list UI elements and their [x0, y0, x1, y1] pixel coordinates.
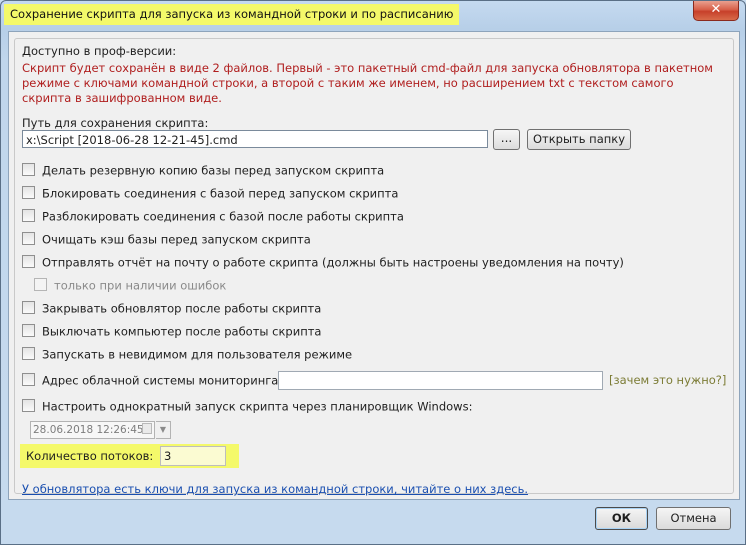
close-updater-label: Закрывать обновлятор после работы скрипт…: [42, 301, 322, 316]
close-updater-checkbox[interactable]: [22, 301, 35, 314]
close-button[interactable]: ✕: [693, 1, 739, 21]
invisible-checkbox[interactable]: [22, 347, 35, 360]
chevron-down-icon: ▼: [156, 421, 171, 439]
invisible-option[interactable]: Запускать в невидимом для пользователя р…: [22, 346, 352, 362]
scheduler-checkbox[interactable]: [22, 399, 35, 412]
cloud-option[interactable]: Адрес облачной системы мониторинга: [22, 372, 278, 388]
browse-button[interactable]: ...: [493, 129, 520, 150]
cloud-address-input[interactable]: [278, 371, 603, 390]
only-errors-label: только при наличии ошибок: [54, 278, 227, 293]
threads-highlight: Количество потоков: 3: [20, 444, 239, 468]
shutdown-checkbox[interactable]: [22, 324, 35, 337]
command-line-info-link[interactable]: У обновлятора есть ключи для запуска из …: [22, 482, 528, 496]
only-errors-option: только при наличии ошибок: [34, 277, 226, 293]
dialog-window: Сохранение скрипта для запуска из команд…: [0, 0, 746, 545]
threads-label: Количество потоков:: [26, 449, 154, 463]
send-report-option[interactable]: Отправлять отчёт на почту о работе скрип…: [22, 254, 624, 270]
window-title: Сохранение скрипта для запуска из команд…: [4, 4, 460, 25]
clear-cache-label: Очищать кэш базы перед запуском скрипта: [42, 232, 311, 247]
group-title: Доступно в проф-версии:: [22, 44, 177, 58]
clear-cache-option[interactable]: Очищать кэш базы перед запуском скрипта: [22, 231, 311, 247]
unblock-option[interactable]: Разблокировать соединения с базой после …: [22, 208, 404, 224]
block-label: Блокировать соединения с базой перед зап…: [42, 186, 399, 201]
shutdown-option[interactable]: Выключать компьютер после работы скрипта: [22, 323, 321, 339]
shutdown-label: Выключать компьютер после работы скрипта: [42, 324, 322, 339]
close-icon: ✕: [710, 2, 722, 17]
unblock-checkbox[interactable]: [22, 209, 35, 222]
ok-button[interactable]: ОК: [595, 507, 648, 530]
backup-label: Делать резервную копию базы перед запуск…: [42, 163, 385, 178]
schedule-datetime-input: 28.06.2018 12:26:45: [30, 421, 155, 439]
pro-version-group: Доступно в проф-версии: Скрипт будет сох…: [14, 38, 734, 496]
block-checkbox[interactable]: [22, 186, 35, 199]
description-text: Скрипт будет сохранён в виде 2 файлов. П…: [22, 61, 713, 105]
scheduler-label: Настроить однократный запуск скрипта чер…: [42, 399, 473, 414]
open-folder-button[interactable]: Открыть папку: [527, 129, 631, 150]
unblock-label: Разблокировать соединения с базой после …: [42, 209, 404, 224]
close-updater-option[interactable]: Закрывать обновлятор после работы скрипт…: [22, 300, 321, 316]
send-report-checkbox[interactable]: [22, 255, 35, 268]
block-option[interactable]: Блокировать соединения с базой перед зап…: [22, 185, 398, 201]
why-needed-link[interactable]: [зачем это нужно?]: [609, 373, 726, 387]
path-input[interactable]: x:\Script [2018-06-28 12-21-45].cmd: [22, 130, 488, 148]
threads-input[interactable]: 3: [160, 446, 226, 466]
scheduler-option[interactable]: Настроить однократный запуск скрипта чер…: [22, 398, 472, 414]
calendar-icon: [142, 423, 152, 434]
invisible-label: Запускать в невидимом для пользователя р…: [42, 347, 353, 362]
backup-option[interactable]: Делать резервную копию базы перед запуск…: [22, 162, 384, 178]
dialog-content: Доступно в проф-версии: Скрипт будет сох…: [8, 31, 740, 500]
cancel-button[interactable]: Отмена: [656, 507, 731, 530]
backup-checkbox[interactable]: [22, 163, 35, 176]
only-errors-checkbox: [34, 278, 47, 291]
title-bar: Сохранение скрипта для запуска из команд…: [1, 1, 745, 29]
cloud-label: Адрес облачной системы мониторинга: [42, 373, 279, 388]
send-report-label: Отправлять отчёт на почту о работе скрип…: [42, 255, 624, 270]
path-label: Путь для сохранения скрипта:: [22, 116, 209, 130]
cloud-checkbox[interactable]: [22, 373, 35, 386]
clear-cache-checkbox[interactable]: [22, 232, 35, 245]
